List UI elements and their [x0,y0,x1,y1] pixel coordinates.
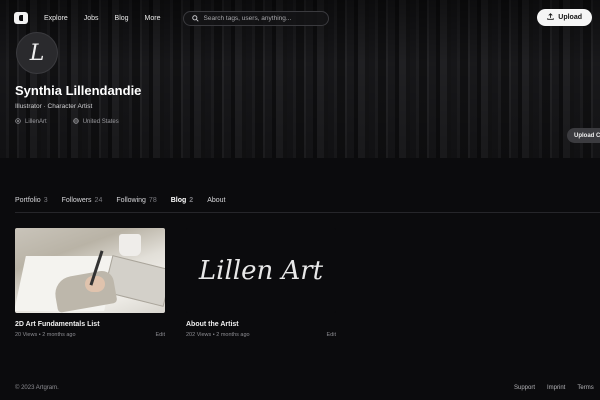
avatar[interactable]: L [16,32,58,74]
footer-links: Support Imprint Terms [514,385,594,391]
post-meta: 202 Views • 2 months ago Edit [186,332,336,338]
tab-label: Following [116,197,146,204]
lillen-art-logo: Lillen Art [198,255,324,286]
edit-link[interactable]: Edit [156,332,165,338]
profile-meta: LillenArt United States [15,118,119,126]
tab-following[interactable]: Following 78 [116,197,156,204]
edit-link[interactable]: Edit [327,332,336,338]
tab-label: About [207,197,226,204]
post-views: 20 Views [15,332,38,338]
footer-link-imprint[interactable]: Imprint [547,385,565,391]
search-icon [191,14,199,22]
search-input[interactable] [203,14,320,22]
artgram-logo-icon[interactable] [14,12,28,24]
blog-post-card[interactable]: 2D Art Fundamentals List 20 Views • 2 mo… [15,228,165,338]
post-meta: 20 Views • 2 months ago Edit [15,332,165,338]
tabs-divider [15,212,600,213]
footer-link-terms[interactable]: Terms [577,385,593,391]
at-icon [15,118,21,126]
post-date: 2 months ago [42,332,76,338]
post-date: 2 months ago [216,332,250,338]
footer-copyright: © 2023 Artgram. [15,385,59,391]
profile-role: Illustrator · Character Artist [15,103,93,110]
upload-icon [547,13,554,22]
profile-location: United States [82,119,119,125]
tab-followers[interactable]: Followers 24 [62,197,103,204]
footer-link-support[interactable]: Support [514,385,535,391]
tab-blog[interactable]: Blog 2 [171,197,193,204]
post-thumbnail[interactable]: Lillen Art [186,228,336,313]
tab-count: 78 [148,197,157,204]
post-title[interactable]: 2D Art Fundamentals List [15,321,165,328]
post-title[interactable]: About the Artist [186,321,336,328]
upload-cover-button[interactable]: Upload C [567,128,600,143]
tab-label: Followers [61,197,92,204]
top-nav: Explore Jobs Blog More Upload [0,0,600,36]
nav-link-more[interactable]: More [145,15,161,22]
nav-link-blog[interactable]: Blog [115,15,129,22]
tab-label: Portfolio [15,197,41,204]
upload-button-label: Upload [558,14,582,21]
tab-count: 3 [43,197,48,204]
post-thumbnail[interactable] [15,228,165,313]
upload-button[interactable]: Upload [537,9,592,26]
blog-post-card[interactable]: Lillen Art About the Artist 202 Views • … [186,228,336,338]
nav-link-explore[interactable]: Explore [44,15,68,22]
profile-handle[interactable]: LillenArt [25,119,47,125]
profile-tabs: Portfolio 3 Followers 24 Following 78 Blog 2… [15,197,225,204]
tab-count: 2 [189,197,194,204]
profile-name: Synthia Lillendandie [15,83,142,98]
post-views: 202 Views [186,332,212,338]
tab-about[interactable]: About [207,197,225,204]
globe-icon [72,118,79,126]
tab-portfolio[interactable]: Portfolio 3 [15,197,48,204]
nav-link-jobs[interactable]: Jobs [84,15,99,22]
avatar-letter: L [29,40,45,66]
search-box[interactable] [182,10,329,26]
tab-label: Blog [170,197,187,204]
tab-count: 24 [94,197,103,204]
